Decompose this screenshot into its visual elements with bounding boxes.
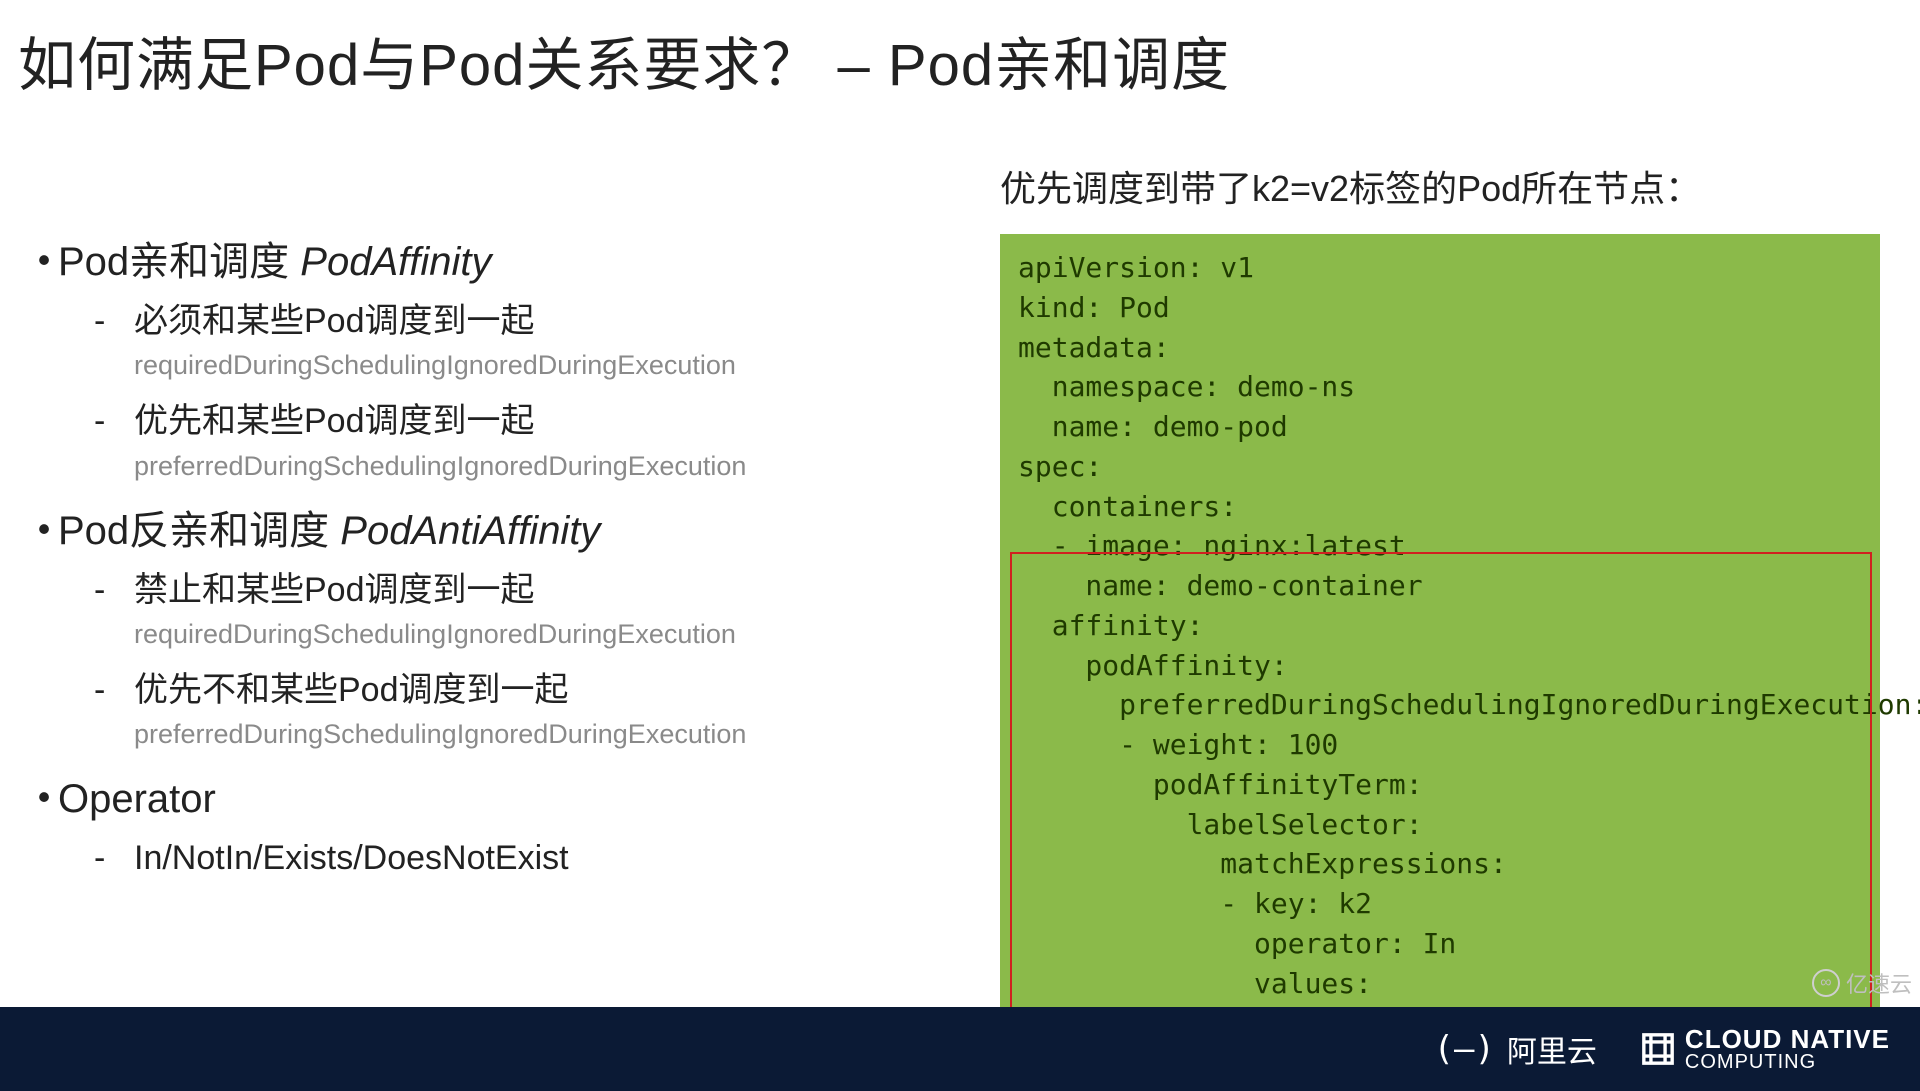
watermark-icon: ∞ <box>1812 969 1840 997</box>
bullet-dot: • <box>30 235 58 289</box>
bullet-main: 禁止和某些Pod调度到一起 <box>134 566 950 615</box>
slide-title: 如何满足Pod与Pod关系要求？ – Pod亲和调度 <box>18 18 1230 102</box>
section-head: Pod亲和调度 <box>58 240 300 284</box>
bullet-dash: - <box>94 834 134 883</box>
cncf-line1: CLOUD NATIVE <box>1685 1026 1890 1052</box>
brand-aliyun: (–) 阿里云 <box>1434 1027 1597 1071</box>
bullet-sub: requiredDuringSchedulingIgnoredDuringExe… <box>134 350 950 381</box>
bullet-dash: - <box>94 566 134 660</box>
cncf-line2: COMPUTING <box>1685 1052 1890 1072</box>
bullet-main: In/NotIn/Exists/DoesNotExist <box>134 834 950 883</box>
bullet-level2: - 禁止和某些Pod调度到一起 requiredDuringScheduling… <box>94 566 950 660</box>
section-head-italic: PodAffinity <box>300 240 491 284</box>
footer-bar: (–) 阿里云 CLOUD NATIVE COMPUTING <box>0 1007 1920 1091</box>
brand-cncf: CLOUD NATIVE COMPUTING <box>1641 1026 1890 1072</box>
left-column: • Pod亲和调度 PodAffinity - 必须和某些Pod调度到一起 re… <box>30 235 950 883</box>
bullet-level1: • Pod亲和调度 PodAffinity <box>30 235 950 289</box>
code-block: apiVersion: v1 kind: Pod metadata: names… <box>1000 234 1880 1091</box>
bullet-level2: - 优先不和某些Pod调度到一起 preferredDuringScheduli… <box>94 666 950 760</box>
watermark: ∞ 亿速云 <box>1812 967 1912 999</box>
section-head: Pod反亲和调度 <box>58 509 340 553</box>
cncf-icon <box>1641 1032 1675 1066</box>
bullet-sub: preferredDuringSchedulingIgnoredDuringEx… <box>134 719 950 750</box>
bullet-level1: • Pod反亲和调度 PodAntiAffinity <box>30 504 950 558</box>
aliyun-label: 阿里云 <box>1507 1027 1597 1071</box>
bullet-sub: requiredDuringSchedulingIgnoredDuringExe… <box>134 619 950 650</box>
bullet-main: 优先和某些Pod调度到一起 <box>134 397 950 446</box>
code-caption: 优先调度到带了k2=v2标签的Pod所在节点： <box>1000 160 1880 212</box>
code-text: apiVersion: v1 kind: Pod metadata: names… <box>1018 251 1920 1079</box>
right-column: 优先调度到带了k2=v2标签的Pod所在节点： apiVersion: v1 k… <box>1000 160 1880 1091</box>
section-head: Operator <box>58 777 216 821</box>
bullet-dash: - <box>94 297 134 391</box>
bullet-level2: - 优先和某些Pod调度到一起 preferredDuringSchedulin… <box>94 397 950 491</box>
bullet-level2: - In/NotIn/Exists/DoesNotExist <box>94 834 950 883</box>
section-head-italic: PodAntiAffinity <box>340 509 600 553</box>
watermark-text: 亿速云 <box>1846 967 1912 999</box>
bullet-main: 必须和某些Pod调度到一起 <box>134 297 950 346</box>
bullet-level1: • Operator <box>30 772 950 826</box>
bullet-dot: • <box>30 772 58 826</box>
bullet-main: 优先不和某些Pod调度到一起 <box>134 666 950 715</box>
aliyun-icon: (–) <box>1434 1029 1495 1069</box>
bullet-dash: - <box>94 666 134 760</box>
bullet-level2: - 必须和某些Pod调度到一起 requiredDuringScheduling… <box>94 297 950 391</box>
bullet-sub: preferredDuringSchedulingIgnoredDuringEx… <box>134 451 950 482</box>
bullet-dash: - <box>94 397 134 491</box>
slide-root: 如何满足Pod与Pod关系要求？ – Pod亲和调度 • Pod亲和调度 Pod… <box>0 0 1920 1091</box>
bullet-dot: • <box>30 504 58 558</box>
